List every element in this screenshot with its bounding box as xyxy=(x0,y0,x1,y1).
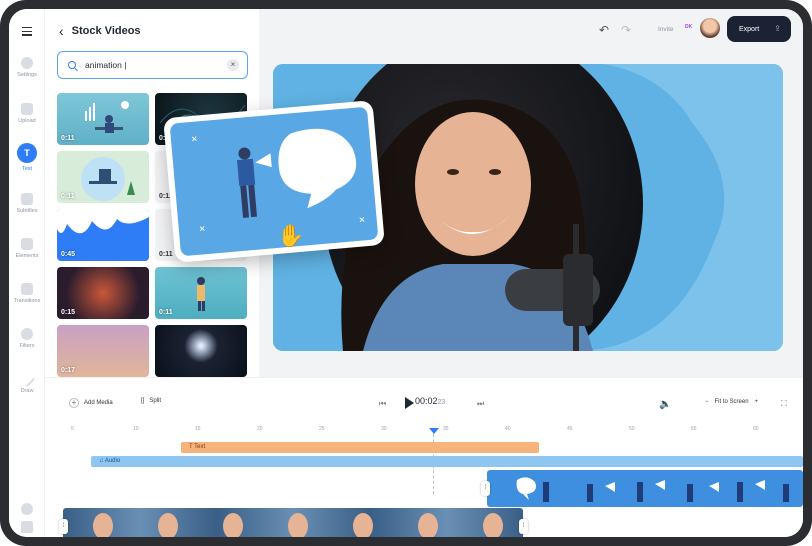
video-thumb[interactable]: 0:45 xyxy=(57,209,149,261)
search-input[interactable]: animation | × xyxy=(57,51,248,79)
plus-icon: + xyxy=(69,398,79,408)
rail-item-draw[interactable]: Draw xyxy=(9,370,45,394)
video-clip-frames xyxy=(93,513,503,537)
rail-item-text[interactable]: T Text xyxy=(9,143,45,172)
rail-item-upload[interactable]: Upload xyxy=(9,103,45,124)
skip-forward-icon[interactable]: ⏭ xyxy=(477,399,484,409)
video-thumb[interactable]: 0:17 xyxy=(57,325,149,377)
timeline-tick: 40 xyxy=(505,426,511,432)
transitions-icon xyxy=(21,283,33,295)
draw-icon xyxy=(18,370,36,388)
timeline-tick: 35 xyxy=(443,426,449,432)
video-thumb[interactable]: 0:11 xyxy=(57,151,149,203)
collaborator-initials: DK xyxy=(685,24,693,30)
add-media-button[interactable]: + Add Media xyxy=(69,398,113,408)
upload-icon xyxy=(21,103,33,115)
rail-item-settings[interactable]: Settings xyxy=(9,57,45,78)
filters-icon xyxy=(21,328,33,340)
panel-header: ‹ Stock Videos xyxy=(59,23,141,39)
audio-track[interactable]: ♫ Audio xyxy=(91,456,803,467)
avatar[interactable] xyxy=(700,18,720,38)
svg-text:✕: ✕ xyxy=(198,224,205,234)
text-track[interactable]: T Text xyxy=(181,442,539,453)
clear-search-icon[interactable]: × xyxy=(227,59,239,71)
svg-text:✕: ✕ xyxy=(191,135,198,145)
video-thumb[interactable]: 0:15 xyxy=(57,267,149,319)
dragged-video-card[interactable]: ✕ ✕ ✕ xyxy=(163,100,385,263)
rail-item-elements[interactable]: Elements xyxy=(9,238,45,259)
timeline-tick: 60 xyxy=(753,426,759,432)
search-icon xyxy=(68,61,76,69)
help-icon[interactable] xyxy=(21,503,33,515)
timeline-tick: 10 xyxy=(133,426,139,432)
left-rail: Settings Upload T Text Subtitles Element… xyxy=(9,9,45,537)
gear-icon xyxy=(21,57,33,69)
menu-icon[interactable] xyxy=(22,27,32,36)
keyboard-icon[interactable] xyxy=(21,521,33,533)
animation-clip[interactable] xyxy=(487,470,803,507)
play-button[interactable] xyxy=(405,397,414,409)
video-thumb[interactable]: 0:11 xyxy=(155,267,247,319)
subtitles-icon xyxy=(21,193,33,205)
search-value: animation | xyxy=(85,60,127,70)
timeline-tick: 15 xyxy=(195,426,201,432)
dragged-card-illustration: ✕ ✕ ✕ xyxy=(191,128,366,234)
fullscreen-icon[interactable]: ⛶ xyxy=(781,399,787,409)
export-button[interactable]: Export ⇪ xyxy=(727,16,791,42)
split-button[interactable]: [] Split xyxy=(141,398,161,404)
invite-link[interactable]: Invite xyxy=(658,26,674,33)
elements-icon xyxy=(21,238,33,250)
fit-to-screen-button[interactable]: Fit to Screen xyxy=(715,399,749,405)
timeline-tick: 25 xyxy=(319,426,325,432)
clip-trim-handle[interactable]: ⁞ xyxy=(519,519,528,534)
app-screen: Settings Upload T Text Subtitles Element… xyxy=(9,9,803,537)
animation-clip-frames xyxy=(516,477,789,502)
zoom-out-button[interactable]: − xyxy=(705,399,709,405)
video-thumb[interactable] xyxy=(155,325,247,377)
rail-item-subtitles[interactable]: Subtitles xyxy=(9,193,45,214)
text-icon: T xyxy=(17,143,37,163)
timeline: + Add Media [] Split ⏮ 00:0223 ⏭ 🔈 − Fit… xyxy=(45,377,803,537)
playhead[interactable] xyxy=(429,428,439,434)
split-icon: [] xyxy=(141,398,145,404)
timeline-tick: 55 xyxy=(691,426,697,432)
clip-trim-handle[interactable]: ⁞ xyxy=(59,519,68,534)
rail-item-filters[interactable]: Filters xyxy=(9,328,45,349)
timeline-tick: 20 xyxy=(257,426,263,432)
panel-title: Stock Videos xyxy=(71,25,141,37)
clip-trim-handle[interactable]: ⁞ xyxy=(481,481,490,496)
undo-icon[interactable]: ↶ xyxy=(599,23,609,37)
upload-icon: ⇪ xyxy=(774,24,781,33)
video-clip[interactable] xyxy=(63,508,523,537)
redo-icon[interactable]: ↷ xyxy=(621,23,631,37)
timeline-tick: 50 xyxy=(629,426,635,432)
top-bar: ↶ ↷ Invite DK Export ⇪ xyxy=(259,9,803,53)
playback-time: 00:0223 xyxy=(415,396,446,406)
svg-text:✕: ✕ xyxy=(358,215,365,225)
tablet-frame: Settings Upload T Text Subtitles Element… xyxy=(0,0,812,546)
timeline-tick: 45 xyxy=(567,426,573,432)
timeline-tick: 30 xyxy=(381,426,387,432)
timeline-tick: 5 xyxy=(71,426,74,432)
zoom-in-button[interactable]: + xyxy=(755,399,759,405)
back-arrow-icon[interactable]: ‹ xyxy=(59,23,64,39)
grab-cursor-icon: ✋ xyxy=(277,223,305,248)
zoom-controls: − Fit to Screen + xyxy=(705,399,758,405)
video-thumb[interactable]: 0:11 xyxy=(57,93,149,145)
volume-icon[interactable]: 🔈 xyxy=(659,399,671,410)
dragged-card-preview: ✕ ✕ ✕ xyxy=(169,106,379,257)
skip-back-icon[interactable]: ⏮ xyxy=(379,399,386,409)
rail-item-transitions[interactable]: Transitions xyxy=(9,283,45,304)
